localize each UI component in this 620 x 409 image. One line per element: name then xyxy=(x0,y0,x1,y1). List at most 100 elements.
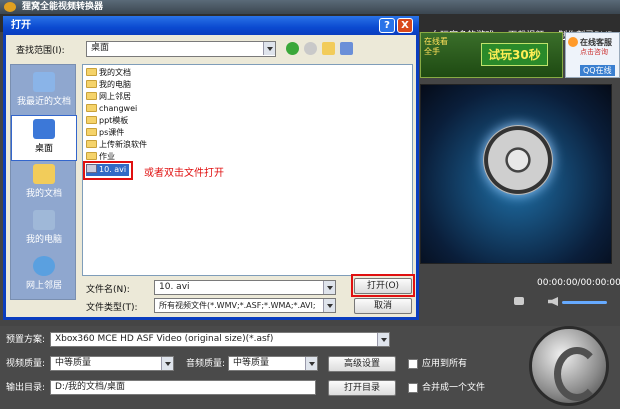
place-network-label: 网上邻居 xyxy=(25,281,62,291)
video-quality-value: 中等质量 xyxy=(55,358,92,368)
settings-panel: 预置方案: Xbox360 MCE HD ASF Video (original… xyxy=(0,326,620,409)
place-mycomputer[interactable]: 我的电脑 xyxy=(11,207,77,253)
merge-label: 合并成一个文件 xyxy=(422,383,486,393)
file-name: 网上邻居 xyxy=(99,92,131,101)
app-title: 狸窝全能视频转换器 xyxy=(22,2,104,12)
audio-quality-value: 中等质量 xyxy=(233,358,270,368)
lookin-select[interactable]: 桌面 xyxy=(86,41,276,57)
output-dir-label: 输出目录: xyxy=(6,383,46,393)
list-item[interactable]: 网上邻居 xyxy=(86,91,131,103)
place-mycomputer-label: 我的电脑 xyxy=(25,235,62,245)
apply-all-checkbox[interactable] xyxy=(408,359,418,369)
chevron-down-icon xyxy=(323,281,335,294)
output-dir-input[interactable]: D:/我的文档/桌面 xyxy=(50,380,316,395)
up-folder-icon[interactable] xyxy=(304,42,317,55)
place-desktop-label: 桌面 xyxy=(34,144,53,154)
filename-label: 文件名(N): xyxy=(86,285,130,295)
file-name: ps课件 xyxy=(99,128,125,137)
film-reel-icon xyxy=(483,125,553,195)
place-recent-label: 我最近的文档 xyxy=(16,97,71,107)
qq-online-button[interactable]: QQ在线 xyxy=(580,65,615,76)
dialog-title: 打开 xyxy=(11,20,31,31)
video-preview xyxy=(420,84,612,264)
folder-icon xyxy=(86,92,97,100)
network-icon xyxy=(33,256,55,276)
chevron-down-icon xyxy=(161,357,173,370)
highlight-open-box xyxy=(351,274,415,297)
place-recent[interactable]: 我最近的文档 xyxy=(11,69,77,115)
dialog-titlebar: 打开 ? X xyxy=(3,16,419,35)
folder-icon xyxy=(86,80,97,88)
filetype-value: 所有视频文件(*.WMV;*.ASF;*.WMA;*.AVI; xyxy=(159,301,316,310)
preset-label: 预置方案: xyxy=(6,335,46,345)
qq-line2: 点击咨询 xyxy=(580,48,608,56)
file-name: 我的文档 xyxy=(99,68,131,77)
open-dir-button[interactable]: 打开目录 xyxy=(328,380,396,396)
convert-start-button[interactable] xyxy=(529,326,609,406)
snapshot-icon[interactable] xyxy=(514,297,524,305)
place-mydocs-label: 我的文档 xyxy=(25,189,62,199)
file-name: 作业 xyxy=(99,152,115,161)
view-menu-icon[interactable] xyxy=(340,42,353,55)
list-item[interactable]: 我的电脑 xyxy=(86,79,131,91)
file-name: 上传新浪软件 xyxy=(99,140,147,149)
player-controls xyxy=(510,296,610,308)
folder-icon xyxy=(86,104,97,112)
ad-trial-button[interactable]: 试玩30秒 xyxy=(481,43,548,66)
recent-docs-icon xyxy=(33,72,55,92)
highlight-file-box xyxy=(83,161,133,180)
list-item[interactable]: ps课件 xyxy=(86,127,124,139)
time-display: 00:00:00/00:00:00 xyxy=(537,278,620,288)
help-button[interactable]: ? xyxy=(379,18,395,33)
place-mydocs[interactable]: 我的文档 xyxy=(11,161,77,207)
folder-icon xyxy=(86,68,97,76)
filename-input[interactable]: 10. avi xyxy=(154,280,336,295)
ad-banner[interactable]: 在线看 全手 试玩30秒 xyxy=(420,32,563,78)
advanced-settings-label: 高级设置 xyxy=(343,359,380,369)
merge-checkbox[interactable] xyxy=(408,383,418,393)
advanced-settings-button[interactable]: 高级设置 xyxy=(328,356,396,372)
cancel-button[interactable]: 取消 xyxy=(354,298,412,314)
ad-left-text: 在线看 全手 xyxy=(424,37,448,56)
places-bar: 我最近的文档 桌面 我的文档 我的电脑 网上邻居 xyxy=(10,64,77,300)
chevron-down-icon xyxy=(323,299,335,312)
file-name: 我的电脑 xyxy=(99,80,131,89)
filename-value: 10. avi xyxy=(159,282,190,292)
video-quality-label: 视频质量: xyxy=(6,359,46,369)
filetype-label: 文件类型(T): xyxy=(86,303,138,313)
chevron-down-icon xyxy=(305,357,317,370)
place-desktop[interactable]: 桌面 xyxy=(11,115,77,161)
list-item[interactable]: changwei xyxy=(86,103,137,115)
list-item[interactable]: 上传新浪软件 xyxy=(86,139,147,151)
open-file-dialog: 打开 ? X 查找范围(I): 桌面 我最近的文档 桌面 我的文档 我的电脑 网… xyxy=(3,16,419,320)
qq-support-panel[interactable]: 在线客服 点击咨询 QQ在线 xyxy=(565,32,620,78)
chevron-down-icon xyxy=(263,42,275,55)
app-titlebar: 狸窝全能视频转换器 xyxy=(0,0,620,14)
lookin-label: 查找范围(I): xyxy=(16,46,65,56)
computer-icon xyxy=(33,210,55,230)
folder-icon xyxy=(86,128,97,136)
new-folder-icon[interactable] xyxy=(322,42,335,55)
apply-all-label: 应用到所有 xyxy=(422,359,468,369)
list-item[interactable]: ppt模板 xyxy=(86,115,128,127)
filetype-select[interactable]: 所有视频文件(*.WMV;*.ASF;*.WMA;*.AVI; xyxy=(154,298,336,313)
support-icon xyxy=(568,37,578,47)
desktop-icon xyxy=(33,119,55,139)
list-item[interactable]: 我的文档 xyxy=(86,67,131,79)
audio-quality-select[interactable]: 中等质量 xyxy=(228,356,318,371)
volume-icon[interactable] xyxy=(548,297,558,306)
volume-slider[interactable] xyxy=(562,301,607,304)
close-button[interactable]: X xyxy=(397,18,413,33)
preset-select[interactable]: Xbox360 MCE HD ASF Video (original size)… xyxy=(50,332,390,347)
file-name: changwei xyxy=(99,104,138,113)
video-quality-select[interactable]: 中等质量 xyxy=(50,356,174,371)
preset-value: Xbox360 MCE HD ASF Video (original size)… xyxy=(55,334,274,344)
lookin-value: 桌面 xyxy=(91,43,110,53)
app-logo-icon xyxy=(4,2,16,12)
back-icon[interactable] xyxy=(286,42,299,55)
open-dir-label: 打开目录 xyxy=(343,383,380,393)
output-dir-value: D:/我的文档/桌面 xyxy=(55,382,126,392)
audio-quality-label: 音频质量: xyxy=(186,359,226,369)
place-network[interactable]: 网上邻居 xyxy=(11,253,77,299)
folder-icon xyxy=(86,140,97,148)
